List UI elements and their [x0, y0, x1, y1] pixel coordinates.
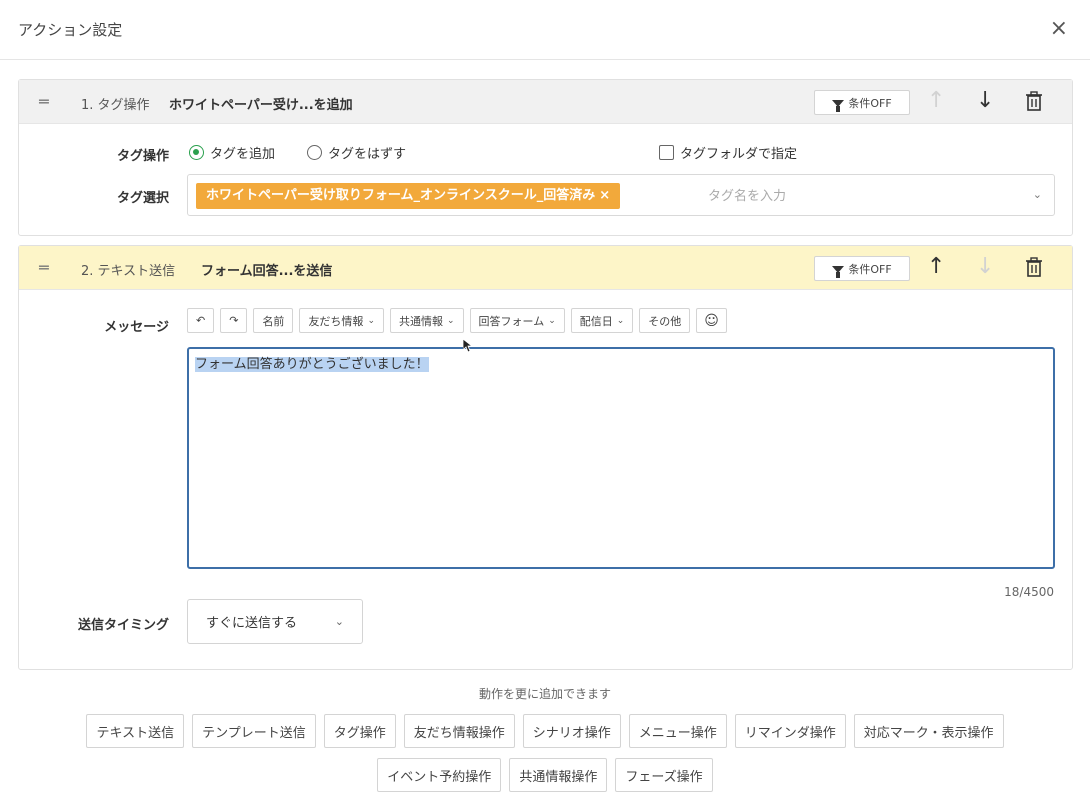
add-action-row-2: イベント予約操作 共通情報操作 フェーズ操作 — [0, 758, 1090, 792]
modal-header: アクション設定 × — [0, 0, 1090, 60]
action-card-text: ═ 2. テキスト送信 フォーム回答...を送信 条件OFF ↑ ↓ メッセージ… — [18, 245, 1073, 670]
radio-remove-tag[interactable]: タグをはずす — [307, 143, 406, 162]
radio-add-tag[interactable]: タグを追加 — [189, 143, 275, 162]
add-action-button[interactable]: 対応マーク・表示操作 — [853, 714, 1004, 748]
shared-info-dropdown[interactable]: 共通情報 ⌄ — [389, 308, 464, 333]
chevron-down-icon: ⌄ — [548, 315, 556, 326]
filter-icon — [832, 100, 845, 112]
message-toolbar: ↶ ↷ 名前 友だち情報 ⌄ 共通情報 ⌄ 回答フォーム ⌄ 配信日 ⌄ その他 ☺ — [187, 308, 727, 334]
mouse-cursor-icon — [463, 339, 473, 353]
condition-label: 条件OFF — [848, 96, 892, 110]
move-down-icon[interactable]: ↓ — [976, 88, 994, 114]
send-timing-value: すぐに送信する — [206, 616, 298, 631]
action-card-header: ═ 2. テキスト送信 フォーム回答...を送信 条件OFF ↑ ↓ — [19, 246, 1072, 290]
send-timing-label: 送信タイミング — [77, 618, 169, 633]
add-action-button[interactable]: シナリオ操作 — [522, 714, 621, 748]
filter-icon — [832, 266, 845, 278]
other-button[interactable]: その他 — [639, 308, 691, 333]
trash-icon[interactable] — [1025, 257, 1043, 277]
redo-icon: ↷ — [229, 314, 239, 327]
condition-label: 条件OFF — [848, 262, 892, 276]
folder-checkbox[interactable]: タグフォルダで指定 — [659, 143, 797, 162]
action-summary: ホワイトペーパー受け...を追加 — [169, 98, 353, 113]
tag-operation-label: タグ操作 — [116, 149, 169, 164]
action-number: 2. テキスト送信 — [81, 264, 176, 279]
add-more-text: 動作を更に追加できます — [478, 687, 611, 701]
tag-search-input[interactable] — [708, 185, 1008, 207]
message-label: メッセージ — [104, 320, 169, 335]
checkbox-icon[interactable] — [659, 145, 674, 160]
friend-info-dropdown[interactable]: 友だち情報 ⌄ — [299, 308, 384, 333]
radio-checked-icon[interactable] — [189, 145, 204, 160]
tag-select-field[interactable]: ホワイトペーパー受け取りフォーム_オンラインスクール_回答済み× ⌄ — [187, 174, 1055, 216]
undo-button[interactable]: ↶ — [187, 308, 215, 333]
message-text: フォーム回答ありがとうございました！ — [195, 357, 429, 372]
condition-button[interactable]: 条件OFF — [814, 256, 910, 281]
add-action-button[interactable]: テキスト送信 — [86, 714, 185, 748]
chevron-down-icon: ⌄ — [446, 315, 455, 326]
redo-button[interactable]: ↷ — [220, 308, 248, 333]
move-down-icon[interactable]: ↓ — [976, 254, 994, 280]
radio-unchecked-icon[interactable] — [307, 145, 322, 160]
add-action-button[interactable]: 共通情報操作 — [509, 758, 608, 792]
modal-title: アクション設定 — [18, 21, 123, 39]
action-number: 1. タグ操作 — [81, 98, 150, 113]
add-action-button[interactable]: フェーズ操作 — [615, 758, 713, 792]
add-action-button[interactable]: 友だち情報操作 — [403, 714, 515, 748]
add-action-button[interactable]: メニュー操作 — [628, 714, 727, 748]
drag-handle-icon[interactable]: ═ — [39, 92, 49, 111]
tag-remove-icon[interactable]: × — [599, 188, 610, 203]
action-card-header: ═ 1. タグ操作 ホワイトペーパー受け...を追加 条件OFF ↑ ↓ — [19, 80, 1072, 124]
add-action-button[interactable]: イベント予約操作 — [377, 758, 502, 792]
undo-icon: ↶ — [196, 314, 206, 327]
drag-handle-icon[interactable]: ═ — [39, 258, 49, 277]
chevron-down-icon: ⌄ — [334, 615, 344, 628]
chevron-down-icon: ⌄ — [616, 315, 625, 326]
emoji-button[interactable]: ☺ — [696, 308, 727, 333]
emoji-icon: ☺ — [704, 312, 719, 329]
char-counter: 18/4500 — [1004, 585, 1054, 599]
action-card-tag: ═ 1. タグ操作 ホワイトペーパー受け...を追加 条件OFF ↑ ↓ タグ操… — [18, 79, 1073, 236]
chevron-down-icon: ⌄ — [367, 315, 375, 326]
chevron-down-icon[interactable]: ⌄ — [1033, 188, 1042, 201]
answer-form-dropdown[interactable]: 回答フォーム ⌄ — [469, 308, 565, 333]
text-action-body: メッセージ ↶ ↷ 名前 友だち情報 ⌄ 共通情報 ⌄ 回答フォーム ⌄ 配信日 ⌄ そ… — [19, 290, 1072, 670]
move-up-icon[interactable]: ↑ — [927, 88, 945, 114]
action-summary: フォーム回答...を送信 — [201, 264, 333, 279]
insert-name-button[interactable]: 名前 — [253, 308, 294, 333]
condition-button[interactable]: 条件OFF — [814, 90, 910, 115]
delivery-date-dropdown[interactable]: 配信日 ⌄ — [570, 308, 634, 333]
close-icon[interactable]: × — [1050, 14, 1068, 44]
add-action-row-1: テキスト送信 テンプレート送信 タグ操作 友だち情報操作 シナリオ操作 メニュー操作 リマイ… — [0, 714, 1090, 748]
tag-select-label: タグ選択 — [116, 191, 169, 206]
move-up-icon[interactable]: ↑ — [927, 254, 945, 280]
selected-tag-chip: ホワイトペーパー受け取りフォーム_オンラインスクール_回答済み × — [196, 183, 621, 209]
trash-icon[interactable] — [1025, 91, 1043, 111]
add-action-button[interactable]: テンプレート送信 — [192, 714, 316, 748]
send-timing-select[interactable]: すぐに送信する ⌄ — [187, 599, 363, 644]
add-action-button[interactable]: リマインダ操作 — [734, 714, 846, 748]
message-textarea[interactable]: フォーム回答ありがとうございました！ — [187, 347, 1055, 569]
add-action-button[interactable]: タグ操作 — [323, 714, 396, 748]
